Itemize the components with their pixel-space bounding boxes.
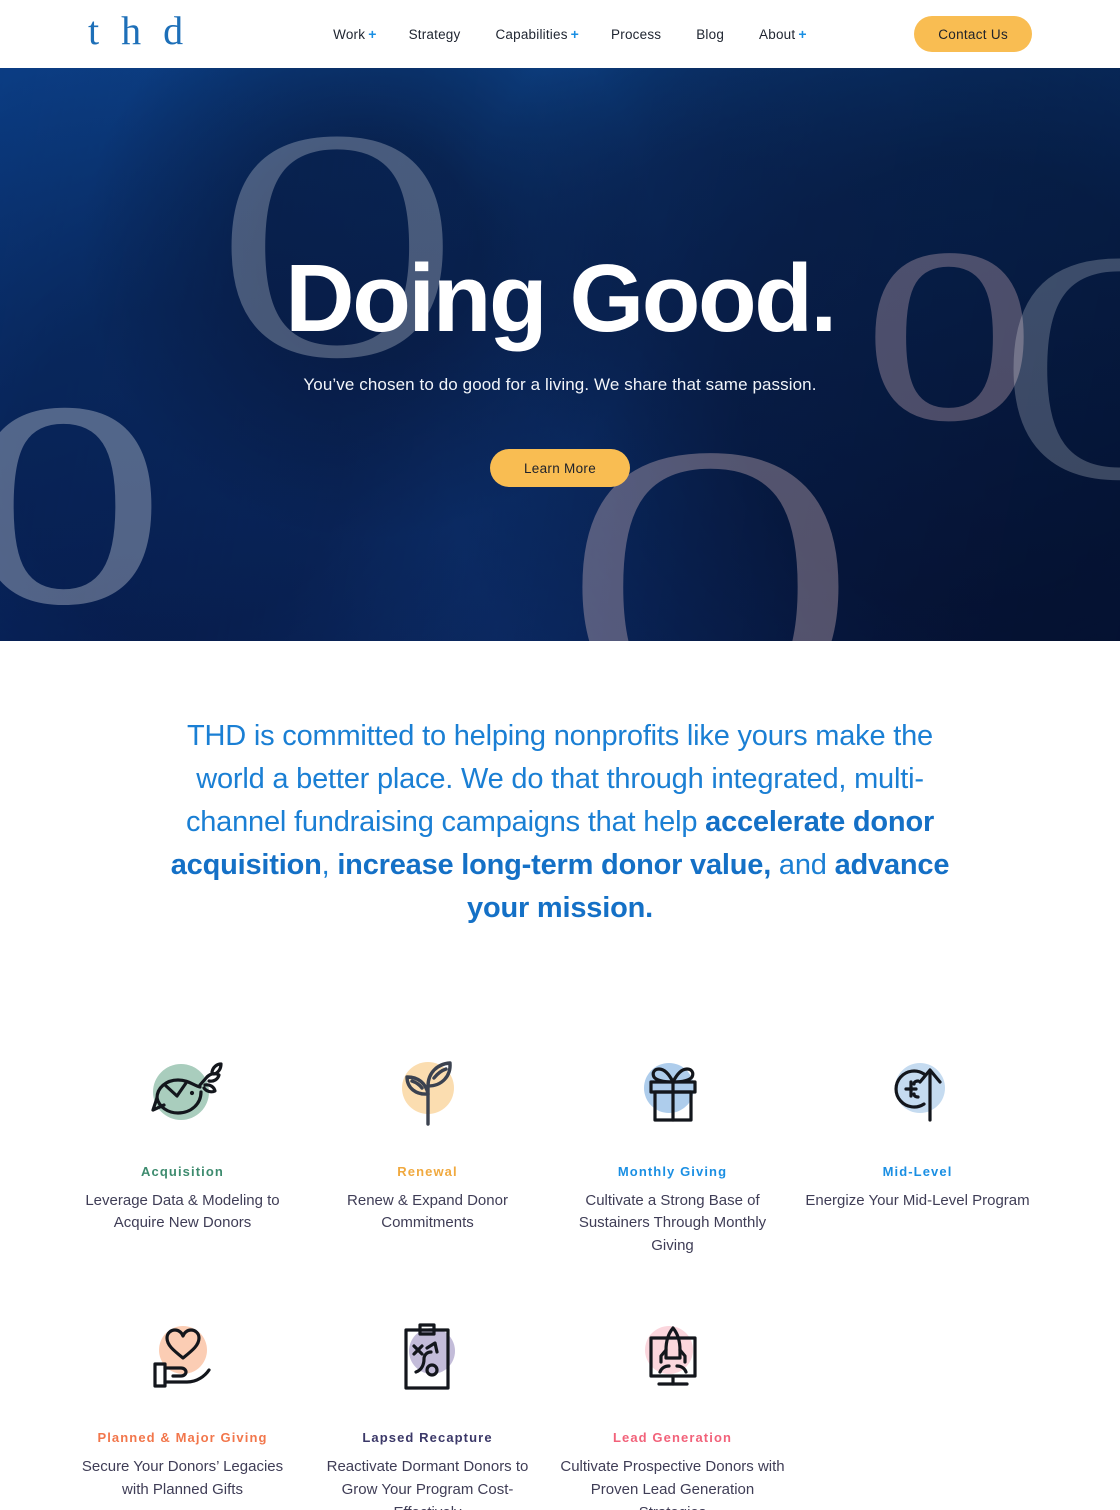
learn-more-button[interactable]: Learn More [489, 449, 631, 487]
service-title: Lapsed Recapture [362, 1430, 493, 1446]
service-card-acquisition[interactable]: Acquisition Leverage Data & Modeling to … [60, 1048, 305, 1259]
nav-item-strategy[interactable]: Strategy [409, 27, 464, 42]
service-title: Mid-Level [882, 1163, 953, 1179]
nav-label: About [759, 27, 796, 42]
service-title: Monthly Giving [617, 1163, 728, 1179]
intro-section: THD is committed to helping nonprofits l… [0, 641, 1120, 930]
dove-icon [68, 1048, 297, 1136]
service-card-planned-major-giving[interactable]: Planned & Major Giving Secure Your Donor… [60, 1314, 305, 1510]
nav-item-about[interactable]: About + [759, 26, 807, 42]
intro-text-mid-1: , [321, 848, 338, 881]
dollar-arrow-up-icon [803, 1048, 1032, 1136]
service-title: Lead Generation [612, 1430, 733, 1446]
services-row-1: Acquisition Leverage Data & Modeling to … [60, 1048, 1060, 1259]
hero-subtitle: You’ve chosen to do good for a living. W… [303, 375, 817, 394]
hand-heart-icon [68, 1314, 297, 1402]
nav-label: Strategy [408, 26, 461, 42]
service-description: Cultivate Prospective Donors with Proven… [560, 1458, 785, 1510]
hero-content: Doing Good. You’ve chosen to do good for… [0, 68, 1120, 487]
service-description: Leverage Data & Modeling to Acquire New … [85, 1191, 280, 1232]
service-card-renewal[interactable]: Renewal Renew & Expand Donor Commitments [305, 1048, 550, 1259]
service-card-mid-level[interactable]: Mid-Level Energize Your Mid-Level Progra… [795, 1048, 1040, 1259]
services-section: Acquisition Leverage Data & Modeling to … [0, 930, 1120, 1510]
plus-icon: + [368, 26, 377, 42]
plus-icon: + [798, 26, 807, 42]
nav-item-process[interactable]: Process [611, 27, 664, 42]
hero-title: Doing Good. [285, 245, 837, 352]
intro-paragraph: THD is committed to helping nonprofits l… [165, 715, 955, 930]
service-description: Renew & Expand Donor Commitments [347, 1191, 508, 1232]
service-card-lapsed-recapture[interactable]: Lapsed Recapture Reactivate Dormant Dono… [305, 1314, 550, 1510]
hero-section: o O O o O Doing Good. You’ve chosen to d… [0, 68, 1120, 641]
plus-icon: + [570, 26, 580, 42]
nav-label: Process [611, 26, 662, 42]
service-title: Planned & Major Giving [97, 1430, 268, 1446]
nav-label: Blog [696, 26, 725, 42]
main-navigation: Work + Strategy Capabilities + Process Blo… [333, 26, 807, 42]
intro-text-mid-2: and [771, 848, 835, 881]
clipboard-strategy-icon [313, 1314, 542, 1402]
service-description: Secure Your Donors’ Legacies with Planne… [81, 1458, 284, 1498]
service-title: Renewal [397, 1163, 458, 1179]
service-description: Cultivate a Strong Base of Sustainers Th… [578, 1191, 767, 1255]
service-description: Energize Your Mid-Level Program [805, 1191, 1030, 1209]
sprout-icon [313, 1048, 542, 1136]
gift-icon [558, 1048, 787, 1136]
service-card-lead-generation[interactable]: Lead Generation Cultivate Prospective Do… [550, 1314, 795, 1510]
nav-label: Work [333, 27, 366, 42]
contact-us-button[interactable]: Contact Us [914, 16, 1032, 52]
rocket-monitor-icon [558, 1314, 787, 1402]
nav-item-blog[interactable]: Blog [696, 27, 727, 42]
intro-highlight-2: increase long-term donor value, [337, 848, 772, 881]
service-card-monthly-giving[interactable]: Monthly Giving Cultivate a Strong Base o… [550, 1048, 795, 1259]
service-description: Reactivate Dormant Donors to Grow Your P… [326, 1458, 529, 1510]
site-header: t h d Work + Strategy Capabilities + Proce… [0, 0, 1120, 68]
service-title: Acquisition [141, 1163, 224, 1179]
services-row-2: Planned & Major Giving Secure Your Donor… [60, 1314, 1060, 1510]
nav-item-capabilities[interactable]: Capabilities + [495, 26, 579, 42]
logo[interactable]: t h d [88, 11, 189, 57]
nav-label: Capabilities [495, 27, 568, 42]
nav-item-work[interactable]: Work + [333, 26, 376, 42]
